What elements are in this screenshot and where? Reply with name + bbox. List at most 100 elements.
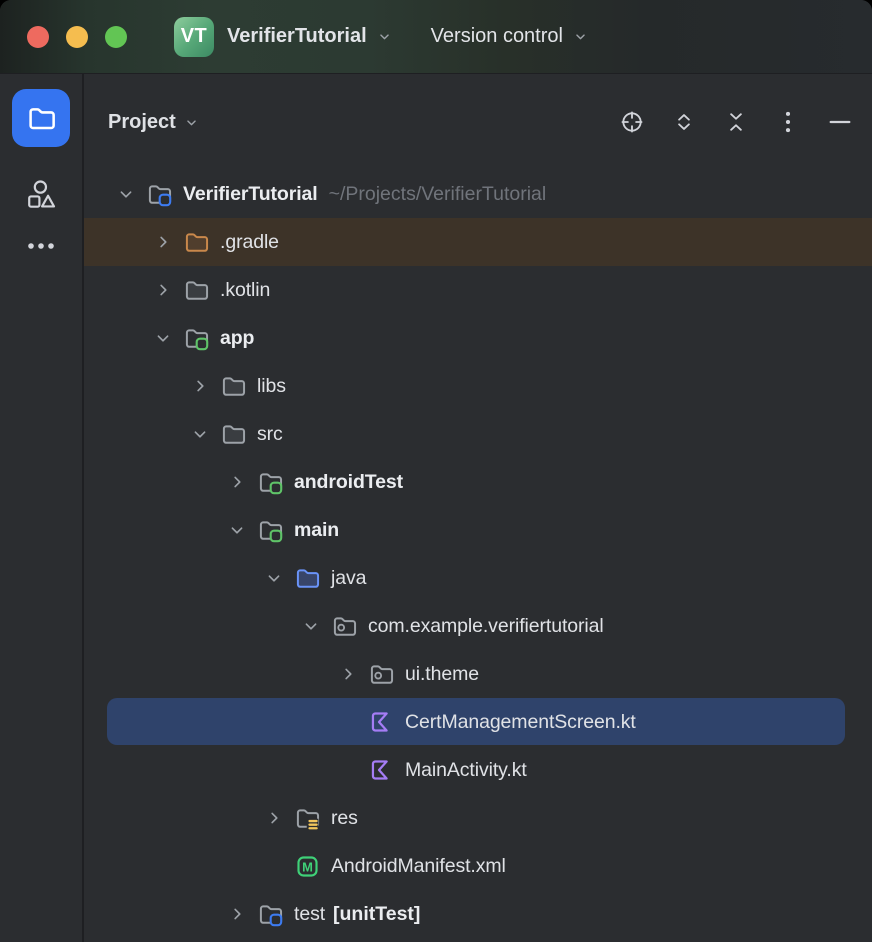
folder-badge-green-icon [256, 516, 284, 544]
folder-icon [219, 420, 247, 448]
tree-row-label: test [294, 903, 325, 926]
tree-row-.kotlin[interactable]: .kotlin [84, 266, 872, 314]
chevron-down-icon [572, 28, 589, 45]
tree-row-label: res [331, 807, 358, 830]
chevron-spacer [335, 757, 361, 783]
titlebar: VT VerifierTutorial Version control [0, 0, 872, 74]
tree-row-test[interactable]: test [unitTest] [84, 890, 872, 938]
version-control-label: Version control [431, 25, 563, 48]
tree-row-label: com.example.verifiertutorial [368, 615, 604, 638]
manifest-icon: M [293, 852, 321, 880]
package-icon [330, 612, 358, 640]
tree-row-res[interactable]: res [84, 794, 872, 842]
panel-actions [618, 108, 854, 136]
collapse-all-icon [723, 109, 749, 135]
tree-row-main[interactable]: main [84, 506, 872, 554]
chevron-right-icon[interactable] [224, 901, 250, 927]
tree-row-src[interactable]: src [84, 410, 872, 458]
close-button[interactable] [27, 26, 49, 48]
svg-text:M: M [302, 859, 313, 874]
chevron-right-icon[interactable] [224, 469, 250, 495]
chevron-spacer [335, 709, 361, 735]
folder-source-icon [293, 564, 321, 592]
chevron-down-icon[interactable] [113, 181, 139, 207]
package-icon [367, 660, 395, 688]
ide-window: VT VerifierTutorial Version control Proj… [0, 0, 872, 942]
locate-icon [619, 109, 645, 135]
tree-row-label: .kotlin [220, 279, 270, 302]
more-dots-icon [25, 230, 57, 262]
tool-window-stripe [0, 74, 84, 942]
chevron-spacer [261, 853, 287, 879]
expand-all-icon [671, 109, 697, 135]
tree-row-path: ~/Projects/VerifierTutorial [329, 183, 547, 206]
project-panel-title-button[interactable]: Project [108, 111, 200, 134]
kebab-icon [775, 109, 801, 135]
tree-row-label: src [257, 423, 283, 446]
tree-row-label: CertManagementScreen.kt [405, 711, 636, 734]
expand-all-button[interactable] [670, 108, 698, 136]
chevron-down-icon[interactable] [187, 421, 213, 447]
tree-row-androidtest[interactable]: androidTest [84, 458, 872, 506]
options-button[interactable] [774, 108, 802, 136]
tree-row-com.example.verifiertutorial[interactable]: com.example.verifiertutorial [84, 602, 872, 650]
tree-row-androidmanifest.xml[interactable]: M AndroidManifest.xml [84, 842, 872, 890]
sidebar-item-project[interactable] [12, 89, 70, 147]
tree-row-label: AndroidManifest.xml [331, 855, 506, 878]
tree-row-label-suffix: [unitTest] [333, 903, 420, 926]
tree-row-certmanagementscreen.kt[interactable]: CertManagementScreen.kt [84, 698, 872, 746]
tree-row-label: MainActivity.kt [405, 759, 527, 782]
chevron-right-icon[interactable] [150, 277, 176, 303]
version-control-widget[interactable]: Version control [431, 25, 589, 48]
folder-res-icon [293, 804, 321, 832]
tree-row-label: ui.theme [405, 663, 479, 686]
folder-excluded-icon [182, 228, 210, 256]
tree-row-label: app [220, 327, 254, 350]
chevron-right-icon[interactable] [261, 805, 287, 831]
tree-row-label: androidTest [294, 471, 403, 494]
minimize-button[interactable] [66, 26, 88, 48]
chevron-down-icon [183, 114, 200, 131]
tree-row-verifiertutorial[interactable]: VerifierTutorial ~/Projects/VerifierTuto… [84, 170, 872, 218]
tree-row-ui.theme[interactable]: ui.theme [84, 650, 872, 698]
tree-row-libs[interactable]: libs [84, 362, 872, 410]
chevron-down-icon[interactable] [224, 517, 250, 543]
kotlin-file-icon [367, 756, 395, 784]
traffic-lights [27, 26, 127, 48]
hide-button[interactable] [826, 108, 854, 136]
minus-icon [826, 108, 854, 136]
folder-badge-blue-icon [145, 180, 173, 208]
tree-row-label: .gradle [220, 231, 279, 254]
folder-badge-blue-icon [256, 900, 284, 928]
select-opened-file-button[interactable] [618, 108, 646, 136]
tree-row-java[interactable]: java [84, 554, 872, 602]
zoom-button[interactable] [105, 26, 127, 48]
tree-row-.gradle[interactable]: .gradle [84, 218, 872, 266]
chevron-down-icon[interactable] [150, 325, 176, 351]
sidebar-item-more-tool-windows[interactable] [12, 217, 70, 275]
chevron-right-icon[interactable] [335, 661, 361, 687]
sidebar-item-structure[interactable] [19, 173, 63, 217]
tree-row-app[interactable]: app [84, 314, 872, 362]
panel-title: Project [108, 111, 176, 134]
project-name: VerifierTutorial [227, 25, 367, 48]
tree-row-label: java [331, 567, 366, 590]
project-tree: VerifierTutorial ~/Projects/VerifierTuto… [84, 170, 872, 942]
collapse-all-button[interactable] [722, 108, 750, 136]
chevron-down-icon[interactable] [261, 565, 287, 591]
chevron-right-icon[interactable] [150, 229, 176, 255]
project-folder-icon [25, 102, 57, 134]
kotlin-file-icon [367, 708, 395, 736]
chevron-down-icon[interactable] [298, 613, 324, 639]
structure-icon [24, 178, 58, 212]
tree-row-label: VerifierTutorial [183, 183, 318, 206]
tree-row-label: main [294, 519, 339, 542]
folder-icon [182, 276, 210, 304]
chevron-right-icon[interactable] [187, 373, 213, 399]
folder-badge-green-icon [182, 324, 210, 352]
project-avatar: VT [174, 17, 214, 57]
project-widget[interactable]: VerifierTutorial [227, 25, 393, 48]
folder-badge-green-icon [256, 468, 284, 496]
tree-row-mainactivity.kt[interactable]: MainActivity.kt [84, 746, 872, 794]
chevron-down-icon [376, 28, 393, 45]
